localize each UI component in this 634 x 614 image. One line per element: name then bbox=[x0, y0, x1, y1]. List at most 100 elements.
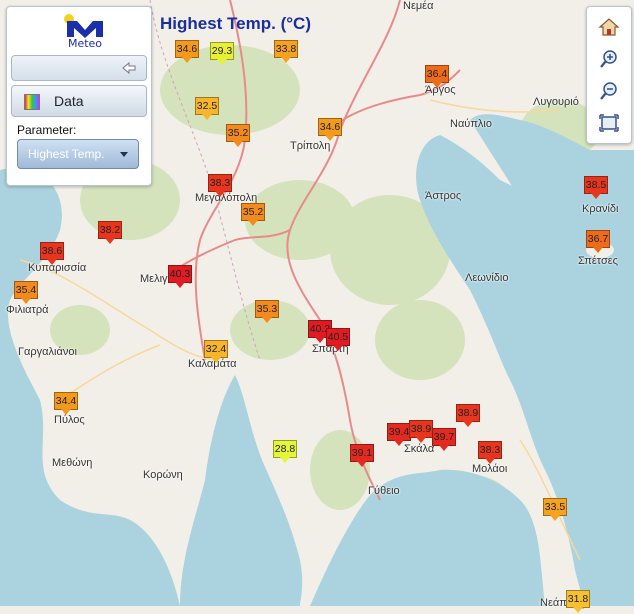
marker-pointer bbox=[262, 317, 272, 323]
marker-pointer bbox=[105, 238, 115, 244]
temperature-marker[interactable]: 38.5 bbox=[584, 176, 610, 200]
marker-pointer bbox=[175, 282, 185, 288]
city-label: Λυγουριό bbox=[533, 96, 579, 108]
home-icon bbox=[598, 18, 620, 36]
temperature-value: 36.4 bbox=[425, 65, 449, 83]
temperature-value: 33.5 bbox=[543, 498, 567, 516]
temperature-marker[interactable]: 32.4 bbox=[204, 340, 230, 364]
temperature-marker[interactable]: 31.8 bbox=[566, 590, 592, 614]
temperature-value: 40.3 bbox=[168, 265, 192, 283]
parameter-label: Parameter: bbox=[17, 123, 77, 137]
temperature-value: 35.2 bbox=[226, 124, 250, 142]
temperature-value: 35.3 bbox=[255, 300, 279, 318]
city-label: Άστρος bbox=[425, 190, 462, 202]
temperature-value: 28.8 bbox=[273, 440, 297, 458]
palette-icon bbox=[24, 94, 40, 110]
temperature-value: 38.3 bbox=[478, 441, 502, 459]
city-label: Γαργαλιάνοι bbox=[18, 346, 77, 358]
zoom-in-button[interactable] bbox=[597, 47, 621, 71]
collapse-panel-button[interactable] bbox=[11, 55, 147, 81]
marker-pointer bbox=[215, 191, 225, 197]
chevron-down-icon bbox=[120, 152, 128, 157]
city-label: Σπέτσες bbox=[578, 255, 618, 267]
temperature-value: 32.5 bbox=[195, 97, 219, 115]
city-label: Γύθειο bbox=[368, 485, 400, 497]
temperature-marker[interactable]: 35.2 bbox=[226, 124, 252, 148]
temperature-value: 38.9 bbox=[456, 404, 480, 422]
temperature-marker[interactable]: 34.6 bbox=[175, 40, 201, 64]
fit-extent-button[interactable] bbox=[597, 111, 621, 135]
temperature-marker[interactable]: 40.5 bbox=[326, 328, 352, 352]
temperature-value: 40.5 bbox=[326, 328, 350, 346]
temperature-value: 38.9 bbox=[409, 420, 433, 438]
marker-pointer bbox=[248, 220, 258, 226]
marker-pointer bbox=[357, 461, 367, 467]
marker-pointer bbox=[550, 515, 560, 521]
marker-pointer bbox=[21, 298, 31, 304]
temperature-marker[interactable]: 35.4 bbox=[14, 281, 40, 305]
control-panel: Meteo Data Parameter: Highest Temp. bbox=[6, 6, 152, 186]
temperature-value: 38.5 bbox=[584, 176, 608, 194]
temperature-value: 39.1 bbox=[350, 444, 374, 462]
temperature-value: 38.2 bbox=[98, 221, 122, 239]
zoom-out-button[interactable] bbox=[597, 79, 621, 103]
city-label: Φιλιατρά bbox=[6, 304, 49, 316]
temperature-marker[interactable]: 38.3 bbox=[208, 174, 234, 198]
temperature-marker[interactable]: 32.5 bbox=[195, 97, 221, 121]
marker-pointer bbox=[281, 57, 291, 63]
temperature-marker[interactable]: 33.8 bbox=[274, 40, 300, 64]
marker-pointer bbox=[593, 247, 603, 253]
arrow-left-icon bbox=[122, 61, 136, 75]
temperature-value: 29.3 bbox=[210, 42, 234, 60]
fit-extent-icon bbox=[599, 114, 619, 132]
temperature-value: 38.3 bbox=[208, 174, 232, 192]
city-label: Κορώνη bbox=[143, 469, 183, 481]
marker-pointer bbox=[439, 445, 449, 451]
city-label: Λεωνίδιο bbox=[465, 272, 509, 284]
zoom-in-icon bbox=[600, 50, 617, 68]
temperature-marker[interactable]: 38.6 bbox=[40, 242, 66, 266]
map-title: Highest Temp. (°C) bbox=[160, 14, 311, 33]
temperature-value: 34.6 bbox=[175, 40, 199, 58]
marker-pointer bbox=[485, 458, 495, 464]
temperature-marker[interactable]: 39.7 bbox=[432, 428, 458, 452]
temperature-marker[interactable]: 36.4 bbox=[425, 65, 451, 89]
temperature-marker[interactable]: 33.5 bbox=[543, 498, 569, 522]
temperature-marker[interactable]: 28.8 bbox=[273, 440, 299, 464]
temperature-value: 34.4 bbox=[54, 392, 78, 410]
temperature-marker[interactable]: 38.2 bbox=[98, 221, 124, 245]
parameter-select-value: Highest Temp. bbox=[28, 147, 105, 161]
temperature-marker[interactable]: 40.3 bbox=[168, 265, 194, 289]
data-button[interactable]: Data bbox=[11, 85, 147, 117]
zoom-out-icon bbox=[600, 82, 617, 100]
parameter-select[interactable]: Highest Temp. bbox=[17, 139, 139, 169]
temperature-marker[interactable]: 38.9 bbox=[456, 404, 482, 428]
city-label: Κρανίδι bbox=[582, 203, 619, 215]
city-label: Ναύπλιο bbox=[450, 118, 492, 130]
marker-pointer bbox=[61, 409, 71, 415]
marker-pointer bbox=[333, 345, 343, 351]
marker-pointer bbox=[211, 357, 221, 363]
city-label: Νεμέα bbox=[403, 0, 434, 12]
temperature-marker[interactable]: 34.6 bbox=[318, 118, 344, 142]
marker-pointer bbox=[280, 457, 290, 463]
marker-pointer bbox=[416, 437, 426, 443]
meteo-logo: Meteo bbox=[63, 13, 107, 53]
temperature-value: 39.7 bbox=[432, 428, 456, 446]
home-button[interactable] bbox=[597, 15, 621, 39]
meteo-logo-icon bbox=[64, 14, 103, 38]
marker-pointer bbox=[591, 193, 601, 199]
temperature-marker[interactable]: 36.7 bbox=[586, 230, 612, 254]
marker-pointer bbox=[202, 114, 212, 120]
temperature-marker[interactable]: 29.3 bbox=[210, 42, 236, 66]
temperature-marker[interactable]: 34.4 bbox=[54, 392, 80, 416]
temperature-marker[interactable]: 38.3 bbox=[478, 441, 504, 465]
temperature-value: 39.4 bbox=[387, 423, 411, 441]
marker-pointer bbox=[325, 135, 335, 141]
temperature-value: 35.4 bbox=[14, 281, 38, 299]
temperature-marker[interactable]: 35.2 bbox=[241, 203, 267, 227]
temperature-value: 36.7 bbox=[586, 230, 610, 248]
temperature-marker[interactable]: 35.3 bbox=[255, 300, 281, 324]
city-label: Μεθώνη bbox=[52, 457, 93, 469]
temperature-marker[interactable]: 39.1 bbox=[350, 444, 376, 468]
